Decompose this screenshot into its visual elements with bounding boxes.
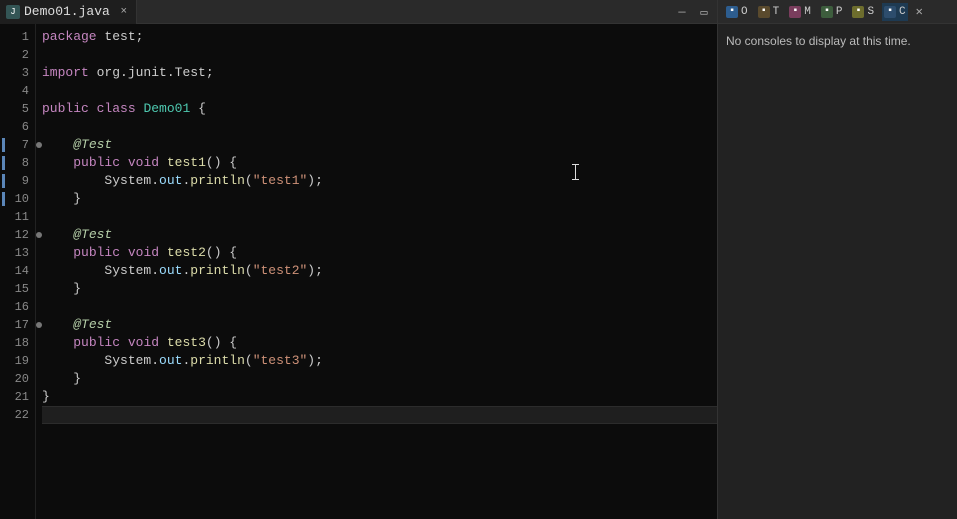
code-line[interactable]: @Test <box>42 226 717 244</box>
line-number: 3 <box>0 64 35 82</box>
editor-pane: J Demo01.java × — ▭ 12345678910111213141… <box>0 0 717 519</box>
line-number: 18 <box>0 334 35 352</box>
code-line[interactable] <box>42 82 717 100</box>
code-line[interactable]: @Test <box>42 316 717 334</box>
t-view-icon: ▪ <box>758 6 770 18</box>
line-number: 12 <box>0 226 35 244</box>
maximize-icon[interactable]: ▭ <box>697 5 711 19</box>
view-button-m[interactable]: ▪M <box>787 3 813 21</box>
tab-filename: Demo01.java <box>24 4 110 19</box>
code-line[interactable]: System.out.println("test1"); <box>42 172 717 190</box>
view-button-label: S <box>867 6 874 18</box>
view-button-s[interactable]: ▪S <box>850 3 876 21</box>
view-button-label: M <box>804 6 811 18</box>
line-number: 7 <box>0 136 35 154</box>
code-line[interactable]: } <box>42 280 717 298</box>
code-line[interactable] <box>42 298 717 316</box>
line-number: 8 <box>0 154 35 172</box>
line-number: 4 <box>0 82 35 100</box>
m-view-icon: ▪ <box>789 6 801 18</box>
view-button-p[interactable]: ▪P <box>819 3 845 21</box>
code-line[interactable]: public class Demo01 { <box>42 100 717 118</box>
code-line[interactable] <box>42 118 717 136</box>
view-button-label: C <box>899 6 906 18</box>
line-number: 9 <box>0 172 35 190</box>
line-number: 11 <box>0 208 35 226</box>
code-line[interactable]: } <box>42 370 717 388</box>
code-line[interactable]: System.out.println("test2"); <box>42 262 717 280</box>
view-button-o[interactable]: ▪O <box>724 3 750 21</box>
code-line[interactable]: public void test1() { <box>42 154 717 172</box>
line-number: 17 <box>0 316 35 334</box>
code-line[interactable] <box>42 208 717 226</box>
java-file-icon: J <box>6 5 20 19</box>
line-number: 13 <box>0 244 35 262</box>
line-number-gutter: 12345678910111213141516171819202122 <box>0 24 36 519</box>
editor-tabbar: J Demo01.java × — ▭ <box>0 0 717 24</box>
editor-tab[interactable]: J Demo01.java × <box>0 0 137 24</box>
tabbar-controls: — ▭ <box>675 0 711 24</box>
code-line[interactable]: } <box>42 388 717 406</box>
s-view-icon: ▪ <box>852 6 864 18</box>
view-button-t[interactable]: ▪T <box>756 3 782 21</box>
o-view-icon: ▪ <box>726 6 738 18</box>
code-line[interactable]: package test; <box>42 28 717 46</box>
line-number: 22 <box>0 406 35 424</box>
line-number: 2 <box>0 46 35 64</box>
view-button-label: P <box>836 6 843 18</box>
line-number: 16 <box>0 298 35 316</box>
code-line[interactable]: System.out.println("test3"); <box>42 352 717 370</box>
code-line[interactable]: import org.junit.Test; <box>42 64 717 82</box>
view-button-label: O <box>741 6 748 18</box>
console-body: No consoles to display at this time. <box>718 24 957 519</box>
line-number: 14 <box>0 262 35 280</box>
line-number: 6 <box>0 118 35 136</box>
line-number: 15 <box>0 280 35 298</box>
close-icon[interactable]: × <box>118 6 130 18</box>
p-view-icon: ▪ <box>821 6 833 18</box>
c-view-icon: ▪ <box>884 6 896 18</box>
code-line[interactable] <box>42 406 717 424</box>
editor-body: 12345678910111213141516171819202122 pack… <box>0 24 717 519</box>
close-icon[interactable]: ✕ <box>916 4 923 19</box>
code-area[interactable]: package test; import org.junit.Test; publi… <box>36 24 717 519</box>
console-pane: ▪O▪T▪M▪P▪S▪C✕ No consoles to display at … <box>717 0 957 519</box>
minimize-icon[interactable]: — <box>675 5 689 19</box>
code-line[interactable] <box>42 46 717 64</box>
console-empty-message: No consoles to display at this time. <box>726 34 911 48</box>
line-number: 21 <box>0 388 35 406</box>
code-line[interactable]: } <box>42 190 717 208</box>
line-number: 5 <box>0 100 35 118</box>
code-line[interactable]: public void test3() { <box>42 334 717 352</box>
view-toolbar: ▪O▪T▪M▪P▪S▪C✕ <box>718 0 957 24</box>
code-line[interactable]: public void test2() { <box>42 244 717 262</box>
line-number: 10 <box>0 190 35 208</box>
line-number: 1 <box>0 28 35 46</box>
line-number: 19 <box>0 352 35 370</box>
line-number: 20 <box>0 370 35 388</box>
code-line[interactable]: @Test <box>42 136 717 154</box>
view-button-c[interactable]: ▪C <box>882 3 908 21</box>
view-button-label: T <box>773 6 780 18</box>
